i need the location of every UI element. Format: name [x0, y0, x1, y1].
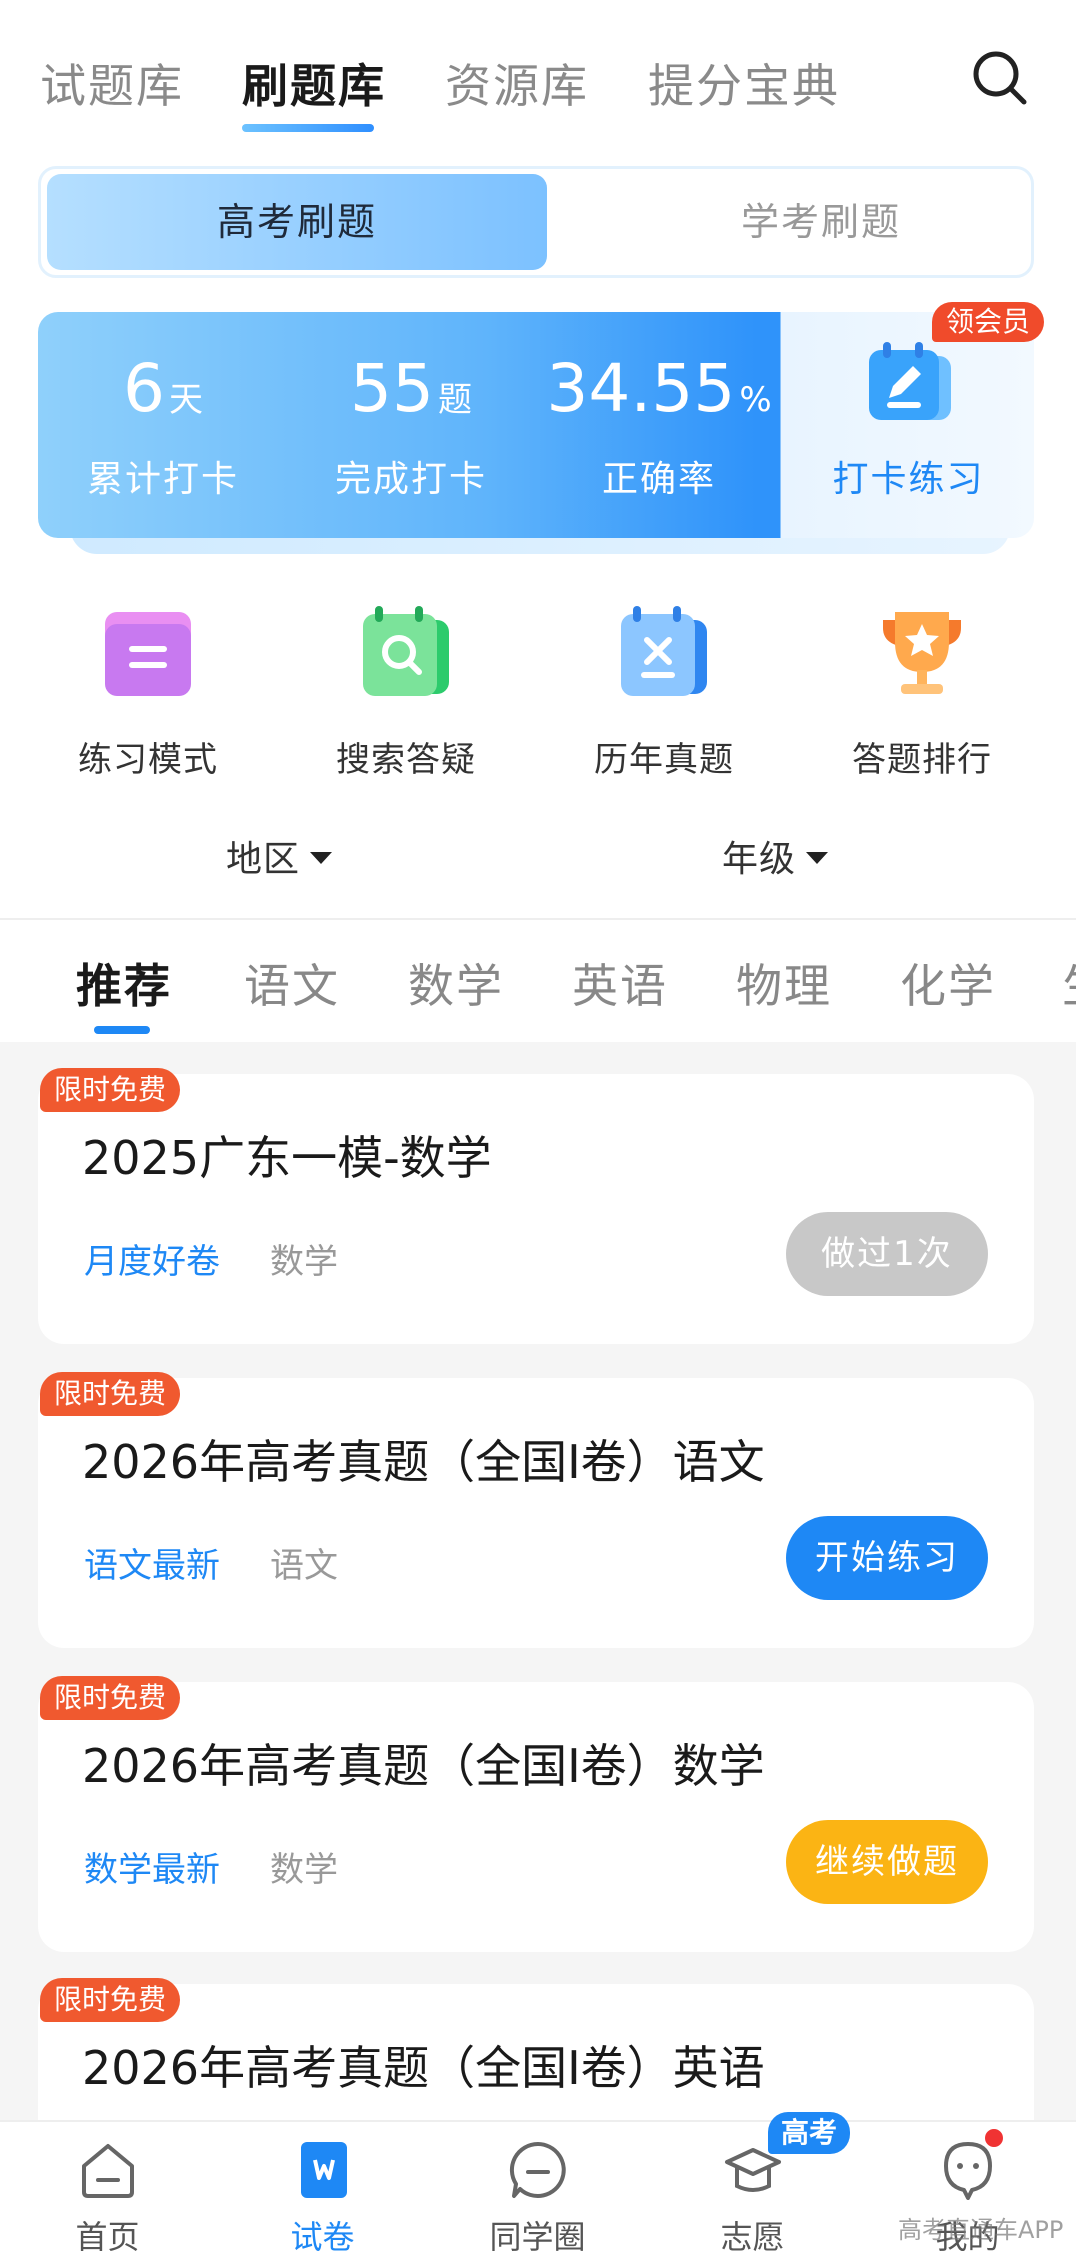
nav-volunteer-label: 志愿	[720, 2218, 785, 2256]
continue-button[interactable]: 继续做题	[786, 1820, 988, 1904]
folder-icon	[105, 612, 191, 696]
subject-tab-chemistry[interactable]: 化学	[900, 950, 996, 1016]
tab-practice-bank[interactable]: 刷题库	[242, 50, 386, 116]
search-button[interactable]	[970, 48, 1030, 108]
caret-down-icon	[310, 852, 333, 864]
region-filter-label: 地区	[226, 839, 301, 880]
exam-subject: 数学	[270, 1850, 338, 1890]
subject-tab-chinese[interactable]: 语文	[244, 950, 340, 1016]
exam-subject: 语文	[270, 1546, 338, 1586]
quick-past-exams[interactable]: 历年真题	[574, 606, 754, 780]
nav-home[interactable]: 首页	[0, 2122, 215, 2261]
search-icon	[973, 51, 1027, 105]
segment-gaokao[interactable]: 高考刷题	[47, 174, 547, 270]
tab-question-bank[interactable]: 试题库	[40, 50, 184, 116]
nav-papers[interactable]: 试卷	[215, 2122, 430, 2261]
exam-title: 2025广东一模-数学	[82, 1131, 492, 1185]
quick-search-answers-label: 搜索答疑	[336, 740, 476, 780]
exam-card[interactable]: 限时免费 2026年高考真题（全国I卷）语文 语文最新 语文 开始练习	[38, 1372, 1034, 1648]
stat-accuracy-label: 正确率	[601, 459, 716, 500]
region-filter[interactable]: 地区	[226, 830, 333, 882]
stat-days-value: 6	[123, 350, 165, 427]
exam-category: 月度好卷	[84, 1242, 220, 1282]
quick-ranking-label: 答题排行	[852, 740, 992, 780]
stat-completed: 55 题 完成打卡	[286, 312, 536, 538]
watermark: 高考直通车APP	[898, 2216, 1064, 2244]
stat-checkin-days: 6天 累计打卡	[38, 312, 288, 538]
subject-tab-english[interactable]: 英语	[572, 950, 668, 1016]
stats-card: 6天 累计打卡 55 题 完成打卡 34.55% 正确率 打卡练习	[38, 312, 1034, 538]
exam-title: 2026年高考真题（全国I卷）数学	[82, 1739, 765, 1793]
exam-card[interactable]: 限时免费 2026年高考真题（全国I卷）数学 数学最新 数学 继续做题	[38, 1676, 1034, 1952]
stat-days-label: 累计打卡	[86, 459, 239, 500]
checkin-label: 打卡练习	[832, 459, 985, 500]
notification-dot	[982, 2126, 1006, 2150]
exam-title: 2026年高考真题（全国I卷）语文	[82, 1435, 765, 1489]
exam-paper-icon	[621, 606, 707, 696]
subject-tab-math[interactable]: 数学	[408, 950, 504, 1016]
nav-home-label: 首页	[75, 2218, 140, 2256]
search-doc-icon	[363, 606, 449, 696]
exam-subject: 数学	[270, 1242, 338, 1282]
exam-type-switch: 高考刷题 学考刷题	[38, 166, 1034, 278]
grade-filter[interactable]: 年级	[722, 830, 829, 882]
get-membership-badge[interactable]: 领会员	[932, 302, 1045, 342]
quick-ranking[interactable]: 答题排行	[832, 606, 1012, 780]
exam-card[interactable]: 限时免费 2025广东一模-数学 月度好卷 数学 做过1次	[38, 1068, 1034, 1344]
chat-icon	[509, 2141, 566, 2198]
grade-filter-label: 年级	[722, 839, 797, 880]
stat-accuracy-unit: %	[739, 380, 772, 420]
subject-tab-indicator	[94, 1026, 150, 1034]
stat-accuracy: 34.55% 正确率	[534, 312, 784, 538]
tab-score-guide[interactable]: 提分宝典	[648, 50, 840, 116]
trophy-icon	[883, 612, 961, 694]
done-once-button[interactable]: 做过1次	[786, 1212, 988, 1296]
subject-tab-bar: 推荐 语文 数学 英语 物理 化学 生	[0, 918, 1076, 1042]
paper-icon	[301, 2142, 347, 2198]
segment-xuekao[interactable]: 学考刷题	[571, 174, 1071, 270]
quick-practice-mode-label: 练习模式	[78, 740, 218, 780]
gaokao-badge: 高考	[768, 2112, 850, 2154]
exam-category: 数学最新	[84, 1850, 220, 1890]
stat-questions-label: 完成打卡	[334, 459, 487, 500]
nav-classmates-label: 同学圈	[489, 2218, 586, 2256]
free-limited-tag: 限时免费	[40, 1068, 181, 1112]
exam-title: 2026年高考真题（全国I卷）英语	[82, 2041, 765, 2095]
checkin-calendar-icon	[869, 342, 951, 420]
free-limited-tag: 限时免费	[40, 1676, 181, 1720]
quick-search-answers[interactable]: 搜索答疑	[316, 606, 496, 780]
top-tab-bar: 试题库 刷题库 资源库 提分宝典	[0, 40, 1076, 140]
free-limited-tag: 限时免费	[40, 1978, 181, 2022]
active-tab-indicator	[242, 124, 374, 132]
subject-tab-physics[interactable]: 物理	[736, 950, 832, 1016]
start-practice-button[interactable]: 开始练习	[786, 1516, 988, 1600]
quick-practice-mode[interactable]: 练习模式	[58, 606, 238, 780]
subject-tab-biology[interactable]: 生	[1062, 950, 1076, 1016]
tab-resource-bank[interactable]: 资源库	[445, 50, 589, 116]
quick-past-exams-label: 历年真题	[594, 740, 734, 780]
nav-classmates[interactable]: 同学圈	[430, 2122, 645, 2261]
stat-days-unit: 天	[169, 380, 203, 420]
exam-category: 语文最新	[84, 1546, 220, 1586]
stat-questions-value: 55	[350, 350, 434, 427]
nav-papers-label: 试卷	[290, 2218, 355, 2256]
caret-down-icon	[806, 852, 829, 864]
subject-tab-recommend[interactable]: 推荐	[76, 950, 172, 1016]
home-icon	[82, 2144, 134, 2198]
checkin-practice-button[interactable]: 打卡练习	[783, 312, 1034, 538]
stat-accuracy-value: 34.55	[546, 350, 736, 427]
free-limited-tag: 限时免费	[40, 1372, 181, 1416]
stat-questions-unit: 题	[437, 380, 472, 420]
